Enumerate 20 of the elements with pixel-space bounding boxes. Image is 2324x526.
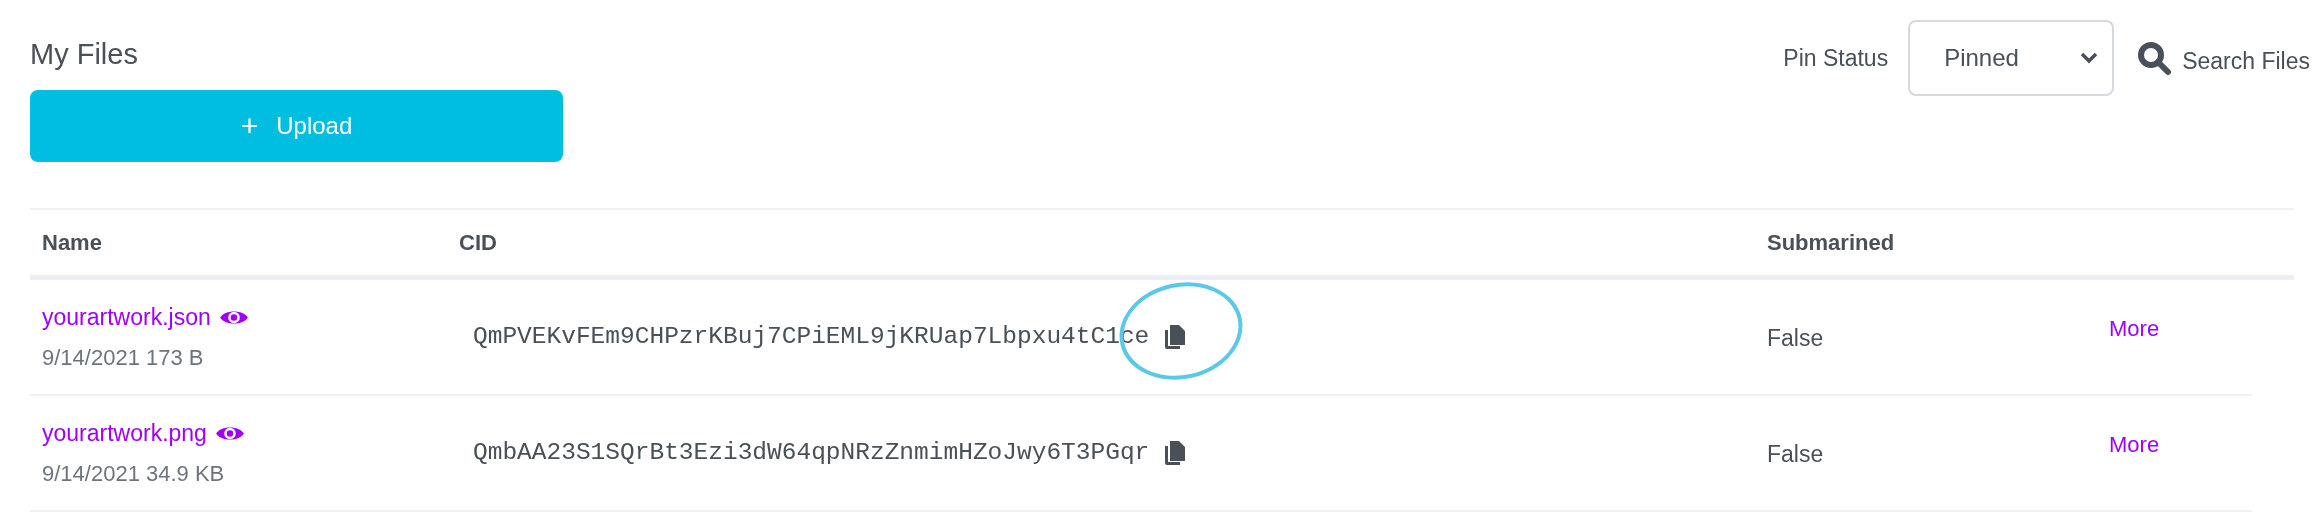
pin-status-label: Pin Status: [1783, 43, 1889, 73]
file-meta: 9/14/2021 173 B: [42, 343, 205, 372]
more-link[interactable]: More: [2109, 431, 2160, 457]
column-header: Submarined: [1767, 230, 1895, 255]
cid-text: QmbAA23S1SQrBt3Ezi3dW64qpNRzZnmimHZoJwy6T3PGqr: [473, 437, 1150, 468]
file-name-link[interactable]: yourartwork.png: [42, 416, 207, 451]
copy-icon[interactable]: [1165, 441, 1186, 465]
submarined-value: False: [1767, 324, 1824, 351]
file-name-link[interactable]: yourartwork.json: [42, 300, 211, 335]
page-title: My Files: [30, 37, 138, 72]
pin-status-select[interactable]: Pinned: [1908, 20, 2115, 96]
search-icon: [2136, 40, 2173, 76]
chevron-down-icon: [2080, 52, 2099, 64]
column-header: Name: [42, 230, 102, 255]
more-link[interactable]: More: [2109, 315, 2160, 341]
column-header: CID: [459, 230, 497, 255]
search-files-button[interactable]: Search Files: [2136, 37, 2310, 79]
file-meta: 9/14/2021 34.9 KB: [42, 459, 226, 488]
copy-icon[interactable]: [1165, 325, 1186, 349]
submarined-value: False: [1767, 440, 1824, 467]
